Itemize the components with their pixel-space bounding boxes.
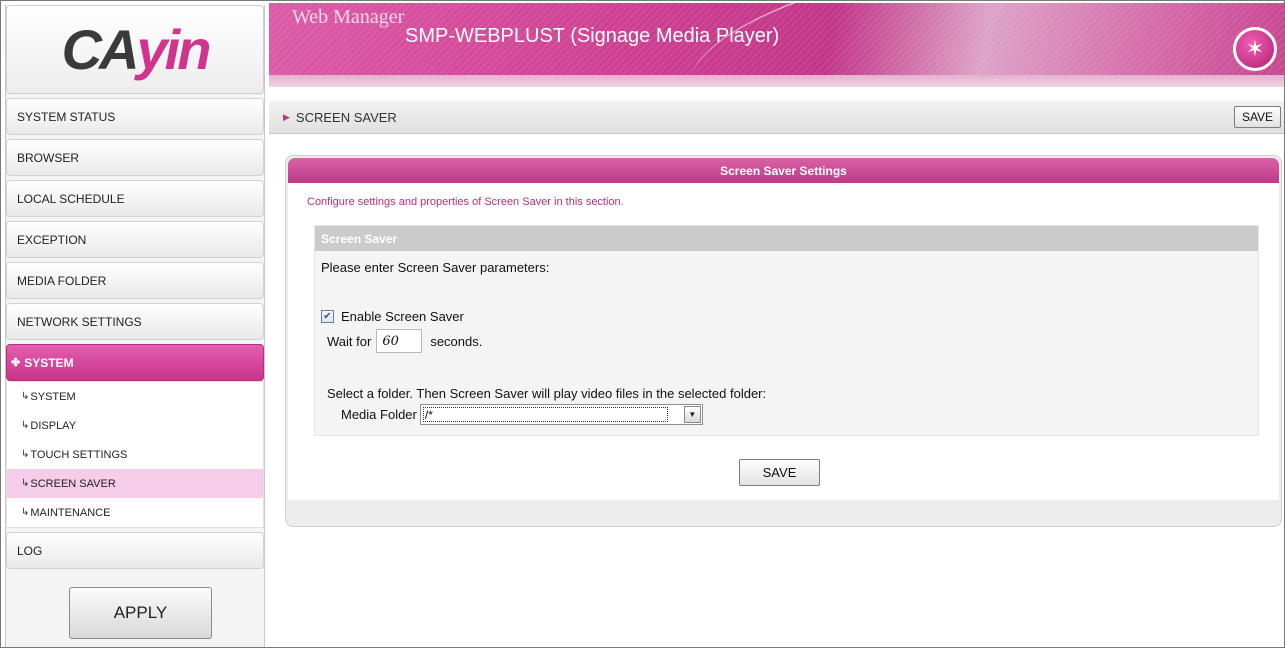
header-banner: Web Manager SMP-WEBPLUST (Signage Media … bbox=[269, 3, 1284, 87]
settings-panel: Screen Saver Settings Configure settings… bbox=[285, 155, 1282, 527]
panel-intro-text: Configure settings and properties of Scr… bbox=[307, 196, 624, 208]
subnav-item-label: MAINTENANCE bbox=[30, 506, 111, 519]
parameters-prompt: Please enter Screen Saver parameters: bbox=[321, 260, 550, 275]
subnav-item-label: SCREEN SAVER bbox=[30, 477, 116, 490]
subnav-item-label: TOUCH SETTINGS bbox=[30, 448, 128, 461]
breadcrumb-arrow-icon: ▶ bbox=[283, 111, 290, 122]
app-window: CA yin SYSTEM STATUS BROWSER LOCAL SCHEDU… bbox=[0, 0, 1285, 648]
device-name: SMP-WEBPLUST (Signage Media Player) bbox=[405, 25, 780, 47]
media-folder-selected-value: /* bbox=[422, 407, 668, 422]
system-submenu: ↳ SYSTEM ↳ DISPLAY ↳ TOUCH SETTINGS ↳ SC… bbox=[6, 381, 264, 528]
panel-title: Screen Saver Settings bbox=[288, 158, 1279, 183]
subnav-item-label: SYSTEM bbox=[30, 390, 76, 403]
sub-arrow-icon: ↳ bbox=[21, 391, 30, 402]
sidebar-item-label: NETWORK SETTINGS bbox=[17, 314, 142, 329]
sidebar-item-label: SYSTEM bbox=[24, 355, 74, 370]
media-folder-select[interactable]: /* ▼ bbox=[419, 404, 703, 425]
sidebar-item-label: BROWSER bbox=[17, 150, 80, 165]
subnav-item-maintenance[interactable]: ↳ MAINTENANCE bbox=[7, 498, 263, 527]
logo-text-ca: CA bbox=[61, 18, 140, 81]
sidebar-item-network-settings[interactable]: NETWORK SETTINGS bbox=[6, 303, 264, 340]
sidebar-item-media-folder[interactable]: MEDIA FOLDER bbox=[6, 262, 264, 299]
save-button-bottom[interactable]: SAVE bbox=[739, 459, 820, 486]
sidebar-item-local-schedule[interactable]: LOCAL SCHEDULE bbox=[6, 180, 264, 217]
sidebar-item-browser[interactable]: BROWSER bbox=[6, 139, 264, 176]
save-button-top[interactable]: SAVE bbox=[1234, 106, 1281, 128]
media-folder-label: Media Folder bbox=[341, 407, 417, 422]
wait-seconds-input[interactable] bbox=[376, 329, 423, 353]
sidebar-item-system[interactable]: ✤ SYSTEM bbox=[6, 344, 264, 381]
sidebar-item-label: LOCAL SCHEDULE bbox=[17, 191, 125, 206]
page-title: SCREEN SAVER bbox=[295, 109, 397, 125]
sidebar-item-label: EXCEPTION bbox=[17, 232, 87, 247]
media-folder-row: Media Folder /* ▼ bbox=[341, 404, 703, 425]
magic-wand-icon: ✶ bbox=[1233, 27, 1277, 71]
subnav-item-system[interactable]: ↳ SYSTEM bbox=[7, 382, 263, 411]
wait-time-row: Wait for seconds. bbox=[327, 329, 482, 353]
header-lower-band bbox=[269, 75, 1284, 87]
sub-arrow-icon: ↳ bbox=[21, 478, 30, 489]
subnav-item-label: DISPLAY bbox=[30, 419, 77, 432]
subnav-item-screen-saver[interactable]: ↳ SCREEN SAVER bbox=[7, 469, 263, 498]
sparkle-icon: ✤ bbox=[11, 357, 21, 369]
breadcrumb: ▶ SCREEN SAVER SAVE bbox=[269, 101, 1284, 134]
chevron-down-icon[interactable]: ▼ bbox=[683, 406, 701, 423]
wait-suffix-label: seconds. bbox=[430, 333, 483, 349]
sidebar-item-label: LOG bbox=[17, 543, 43, 558]
enable-screen-saver-row: ✔ Enable Screen Saver bbox=[321, 309, 464, 324]
sidebar: CA yin SYSTEM STATUS BROWSER LOCAL SCHEDU… bbox=[5, 5, 265, 647]
enable-screen-saver-checkbox[interactable]: ✔ bbox=[321, 310, 334, 323]
panel-body: Configure settings and properties of Scr… bbox=[288, 183, 1279, 500]
cayin-logo: CA yin bbox=[6, 5, 264, 94]
app-title: Web Manager bbox=[292, 6, 405, 28]
subnav-item-display[interactable]: ↳ DISPLAY bbox=[7, 411, 263, 440]
section-title: Screen Saver bbox=[315, 226, 1258, 251]
apply-button[interactable]: APPLY bbox=[69, 587, 212, 639]
logo-text-yin: yin bbox=[136, 18, 211, 81]
enable-screen-saver-label[interactable]: Enable Screen Saver bbox=[341, 309, 464, 324]
apply-area: APPLY bbox=[6, 573, 264, 639]
sub-arrow-icon: ↳ bbox=[21, 449, 30, 460]
subnav-item-touch-settings[interactable]: ↳ TOUCH SETTINGS bbox=[7, 440, 263, 469]
sub-arrow-icon: ↳ bbox=[21, 420, 30, 431]
sidebar-item-label: SYSTEM STATUS bbox=[17, 109, 116, 124]
wait-prefix-label: Wait for bbox=[327, 333, 372, 349]
sidebar-item-log[interactable]: LOG bbox=[6, 532, 264, 569]
sidebar-item-label: MEDIA FOLDER bbox=[17, 273, 107, 288]
sub-arrow-icon: ↳ bbox=[21, 507, 30, 518]
sidebar-item-system-status[interactable]: SYSTEM STATUS bbox=[6, 98, 264, 135]
folder-instruction: Select a folder. Then Screen Saver will … bbox=[327, 386, 767, 401]
sidebar-item-exception[interactable]: EXCEPTION bbox=[6, 221, 264, 258]
screen-saver-section: Screen Saver Please enter Screen Saver p… bbox=[314, 225, 1259, 436]
